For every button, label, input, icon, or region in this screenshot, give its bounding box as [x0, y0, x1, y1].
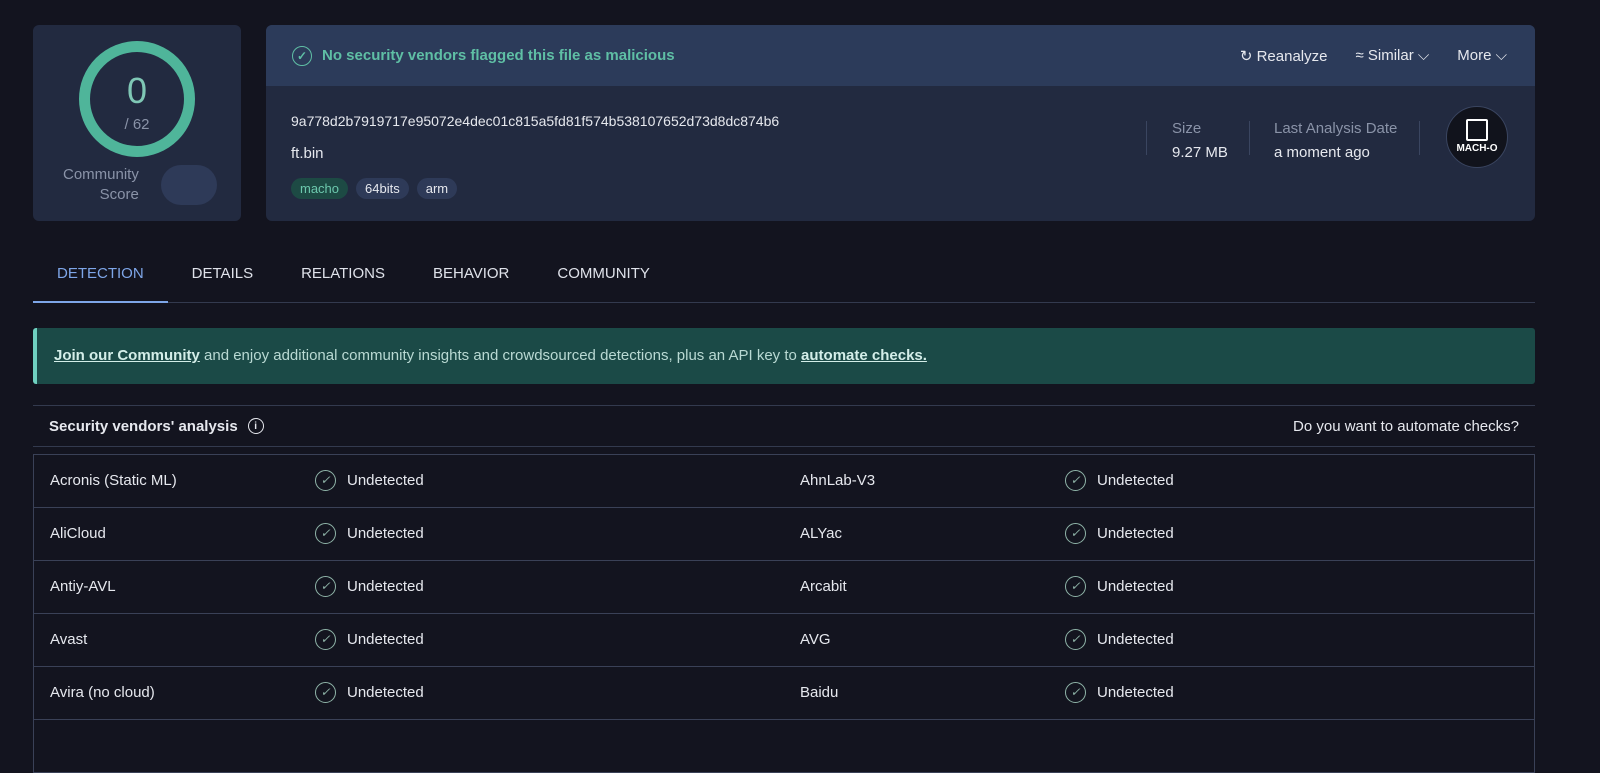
vendor-result: Undetected	[1097, 684, 1174, 701]
table-row	[34, 720, 1534, 773]
vendor-name: AhnLab-V3	[800, 472, 876, 489]
tab-community[interactable]: COMMUNITY	[533, 255, 674, 303]
divider	[1249, 121, 1250, 155]
vendor-name: Arcabit	[800, 578, 847, 595]
similar-dropdown[interactable]: ≈ Similar ⌵	[1355, 47, 1429, 64]
date-value: a moment ago	[1274, 144, 1370, 161]
vendor-result: Undetected	[347, 578, 424, 595]
detection-ring: 0 / 62	[79, 41, 195, 157]
community-score-label: Community Score	[63, 165, 139, 205]
join-community-link[interactable]: Join our Community	[54, 347, 200, 364]
tab-behavior[interactable]: BEHAVIOR	[409, 255, 533, 303]
vendor-result: Undetected	[1097, 525, 1174, 542]
size-value: 9.27 MB	[1172, 144, 1228, 161]
automate-checks-link[interactable]: automate checks.	[801, 347, 927, 364]
divider	[1419, 121, 1420, 155]
vendor-result: Undetected	[347, 631, 424, 648]
date-label: Last Analysis Date	[1274, 120, 1398, 137]
tab-detection[interactable]: DETECTION	[33, 255, 168, 303]
community-banner: Join our Community and enjoy additional …	[33, 328, 1535, 384]
reanalyze-label: Reanalyze	[1256, 47, 1328, 65]
community-vote-control[interactable]	[161, 165, 217, 205]
vendor-name: Avast	[50, 631, 88, 648]
detection-count: 0	[126, 70, 148, 111]
vendor-name: AliCloud	[50, 525, 106, 542]
table-row: Avira (no cloud) ✓ Undetected Baidu ✓ Un…	[34, 667, 1534, 720]
status-text: No security vendors flagged this file as…	[322, 47, 675, 64]
info-icon[interactable]: i	[247, 418, 264, 434]
check-circle-icon: ✓	[292, 45, 312, 66]
more-label: More	[1457, 47, 1492, 64]
file-size: Size 9.27 MB	[1172, 117, 1228, 165]
tab-details[interactable]: DETAILS	[168, 255, 277, 303]
file-name: ft.bin	[291, 145, 324, 162]
check-circle-icon: ✓	[1065, 576, 1086, 597]
check-circle-icon: ✓	[315, 523, 336, 544]
chevron-down-icon: ⌵	[1491, 47, 1507, 64]
chevron-down-icon: ⌵	[1413, 47, 1430, 64]
tag[interactable]: macho	[291, 178, 349, 199]
vendor-name: ALYac	[800, 525, 842, 542]
check-circle-icon: ✓	[1065, 523, 1086, 544]
check-circle-icon: ✓	[315, 682, 336, 703]
banner-text: and enjoy additional community insights …	[199, 347, 802, 364]
automate-checks-prompt[interactable]: Do you want to automate checks?	[1293, 418, 1519, 435]
more-dropdown[interactable]: More ⌵	[1457, 47, 1507, 64]
similar-label: Similar	[1367, 47, 1414, 64]
check-circle-icon: ✓	[1065, 470, 1086, 491]
vendor-result: Undetected	[1097, 578, 1174, 595]
vendor-name: Baidu	[800, 684, 839, 701]
detection-total: / 62	[124, 116, 150, 133]
vendors-table: Acronis (Static ML) ✓ Undetected AhnLab-…	[33, 454, 1535, 773]
vendor-name: Avira (no cloud)	[50, 684, 155, 701]
size-label: Size	[1172, 120, 1202, 137]
table-row: Avast ✓ Undetected AVG ✓ Undetected	[34, 614, 1534, 667]
table-row: Antiy-AVL ✓ Undetected Arcabit ✓ Undetec…	[34, 561, 1534, 614]
score-card: 0 / 62 Community Score	[33, 25, 241, 221]
section-header: Security vendors' analysis i Do you want …	[33, 405, 1535, 447]
tab-relations[interactable]: RELATIONS	[277, 255, 409, 303]
file-hash[interactable]: 9a778d2b7919717e95072e4dec01c815a5fd81f5…	[291, 113, 779, 129]
reanalyze-button[interactable]: ↻ Reanalyze	[1240, 47, 1328, 65]
tag[interactable]: arm	[416, 178, 458, 199]
vendor-result: Undetected	[1097, 472, 1174, 489]
vendor-name: AVG	[800, 631, 831, 648]
vendor-result: Undetected	[347, 525, 424, 542]
tag[interactable]: 64bits	[356, 178, 409, 199]
score-label: Score	[99, 186, 139, 203]
refresh-icon: ↻	[1239, 47, 1257, 65]
check-circle-icon: ✓	[1065, 629, 1086, 650]
status-band: ✓ No security vendors flagged this file a…	[266, 25, 1535, 86]
table-row: Acronis (Static ML) ✓ Undetected AhnLab-…	[34, 455, 1534, 508]
similar-icon: ≈	[1355, 47, 1368, 64]
check-circle-icon: ✓	[1065, 682, 1086, 703]
vendor-name: Acronis (Static ML)	[50, 472, 177, 489]
check-circle-icon: ✓	[315, 470, 336, 491]
section-title: Security vendors' analysis	[49, 417, 238, 435]
community-label: Community	[63, 166, 139, 183]
file-type-label: MACH-O	[1456, 143, 1498, 154]
vendor-name: Antiy-AVL	[50, 578, 116, 595]
status-message: ✓ No security vendors flagged this file a…	[292, 45, 675, 66]
file-summary-card: ✓ No security vendors flagged this file a…	[266, 25, 1535, 221]
vendor-result: Undetected	[1097, 631, 1174, 648]
last-analysis: Last Analysis Date a moment ago	[1274, 117, 1397, 165]
tab-bar: DETECTION DETAILS RELATIONS BEHAVIOR COM…	[33, 255, 1535, 303]
check-circle-icon: ✓	[315, 629, 336, 650]
divider	[1146, 121, 1147, 155]
vendor-result: Undetected	[347, 684, 424, 701]
check-circle-icon: ✓	[315, 576, 336, 597]
apple-icon	[1466, 119, 1488, 141]
table-row: AliCloud ✓ Undetected ALYac ✓ Undetected	[34, 508, 1534, 561]
vendor-result: Undetected	[347, 472, 424, 489]
file-type-badge: MACH-O	[1446, 106, 1508, 168]
